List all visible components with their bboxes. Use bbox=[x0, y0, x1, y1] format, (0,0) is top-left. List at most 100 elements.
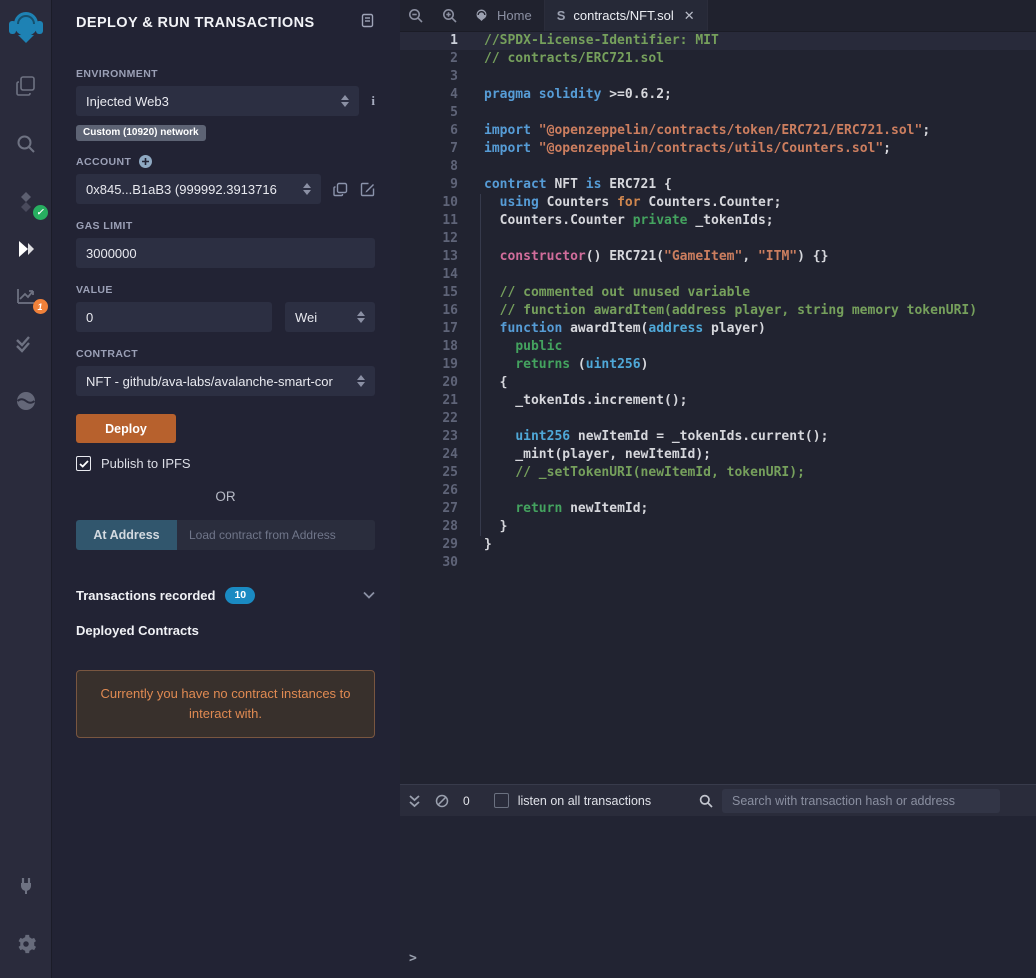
remix-logo-icon[interactable] bbox=[6, 6, 46, 50]
line-number[interactable]: 22 bbox=[400, 410, 458, 428]
add-account-icon[interactable] bbox=[139, 155, 153, 168]
transactions-recorded-row[interactable]: Transactions recorded 10 bbox=[76, 586, 375, 604]
line-number[interactable]: 6 bbox=[400, 122, 458, 140]
line-number[interactable]: 14 bbox=[400, 266, 458, 284]
code-line[interactable]: 7 import "@openzeppelin/contracts/utils/C… bbox=[400, 140, 1036, 158]
deploy-button[interactable]: Deploy bbox=[76, 414, 176, 443]
line-content[interactable]: import "@openzeppelin/contracts/token/ER… bbox=[484, 122, 930, 140]
line-number[interactable]: 15 bbox=[400, 284, 458, 302]
code-line[interactable]: 4 pragma solidity >=0.6.2; bbox=[400, 86, 1036, 104]
listen-transactions-checkbox[interactable] bbox=[493, 793, 509, 808]
line-number[interactable]: 29 bbox=[400, 536, 458, 554]
line-content[interactable]: pragma solidity >=0.6.2; bbox=[484, 86, 672, 104]
documentation-icon[interactable] bbox=[360, 13, 375, 33]
line-number[interactable]: 3 bbox=[400, 68, 458, 86]
code-line[interactable]: 23 uint256 newItemId = _tokenIds.current… bbox=[400, 428, 1036, 446]
value-unit-select[interactable]: Wei bbox=[284, 302, 375, 332]
code-line[interactable]: 30 bbox=[400, 554, 1036, 572]
code-line[interactable]: 11 Counters.Counter private _tokenIds; bbox=[400, 212, 1036, 230]
line-content[interactable]: Counters.Counter private _tokenIds; bbox=[484, 212, 774, 230]
line-content[interactable]: { bbox=[484, 374, 508, 392]
line-number[interactable]: 17 bbox=[400, 320, 458, 338]
line-content[interactable]: } bbox=[484, 518, 508, 536]
code-line[interactable]: 9 contract NFT is ERC721 { bbox=[400, 176, 1036, 194]
line-number[interactable]: 23 bbox=[400, 428, 458, 446]
environment-info-icon[interactable]: i bbox=[371, 93, 375, 109]
tab-home[interactable]: Home bbox=[462, 0, 545, 31]
line-content[interactable]: returns (uint256) bbox=[484, 356, 648, 374]
search-icon[interactable] bbox=[6, 122, 46, 166]
line-number[interactable]: 11 bbox=[400, 212, 458, 230]
line-content[interactable]: // commented out unused variable bbox=[484, 284, 750, 302]
line-content[interactable]: _tokenIds.increment(); bbox=[484, 392, 687, 410]
line-number[interactable]: 25 bbox=[400, 464, 458, 482]
line-content[interactable]: function awardItem(address player) bbox=[484, 320, 766, 338]
line-number[interactable]: 16 bbox=[400, 302, 458, 320]
line-number[interactable]: 4 bbox=[400, 86, 458, 104]
code-line[interactable]: 22 bbox=[400, 410, 1036, 428]
copy-account-icon[interactable] bbox=[333, 182, 348, 197]
line-content[interactable]: // function awardItem(address player, st… bbox=[484, 302, 977, 320]
code-editor[interactable]: 1 //SPDX-License-Identifier: MIT 2 // contr… bbox=[400, 32, 1036, 784]
analytics-icon[interactable]: 1 bbox=[6, 274, 48, 318]
publish-ipfs-row[interactable]: Publish to IPFS bbox=[76, 456, 375, 471]
publish-ipfs-checkbox[interactable] bbox=[76, 456, 91, 471]
line-content[interactable]: uint256 newItemId = _tokenIds.current(); bbox=[484, 428, 828, 446]
code-line[interactable]: 18 public bbox=[400, 338, 1036, 356]
code-line[interactable]: 1 //SPDX-License-Identifier: MIT bbox=[400, 32, 1036, 50]
file-explorer-icon[interactable] bbox=[6, 64, 46, 108]
code-line[interactable]: 8 bbox=[400, 158, 1036, 176]
line-content[interactable]: using Counters for Counters.Counter; bbox=[484, 194, 782, 212]
code-line[interactable]: 15 // commented out unused variable bbox=[400, 284, 1036, 302]
code-line[interactable]: 10 using Counters for Counters.Counter; bbox=[400, 194, 1036, 212]
code-line[interactable]: 3 bbox=[400, 68, 1036, 86]
chevron-down-icon[interactable] bbox=[363, 586, 375, 604]
line-number[interactable]: 8 bbox=[400, 158, 458, 176]
environment-select[interactable]: Injected Web3 bbox=[76, 86, 360, 116]
clear-terminal-icon[interactable] bbox=[435, 794, 449, 808]
deploy-run-icon[interactable] bbox=[6, 227, 46, 271]
account-select[interactable]: 0x845...B1aB3 (999992.3913716 bbox=[76, 174, 321, 204]
line-content[interactable]: import "@openzeppelin/contracts/utils/Co… bbox=[484, 140, 891, 158]
line-content[interactable]: contract NFT is ERC721 { bbox=[484, 176, 672, 194]
line-number[interactable]: 28 bbox=[400, 518, 458, 536]
code-line[interactable]: 2 // contracts/ERC721.sol bbox=[400, 50, 1036, 68]
static-analysis-icon[interactable] bbox=[6, 321, 46, 365]
line-number[interactable]: 1 bbox=[400, 32, 458, 50]
line-content[interactable]: // _setTokenURI(newItemId, tokenURI); bbox=[484, 464, 805, 482]
code-line[interactable]: 13 constructor() ERC721("GameItem", "ITM… bbox=[400, 248, 1036, 266]
code-line[interactable]: 12 bbox=[400, 230, 1036, 248]
value-input[interactable] bbox=[76, 302, 272, 332]
solidity-compiler-icon[interactable]: ✓ bbox=[6, 180, 48, 224]
code-line[interactable]: 20 { bbox=[400, 374, 1036, 392]
line-number[interactable]: 27 bbox=[400, 500, 458, 518]
zoom-out-icon[interactable] bbox=[408, 8, 424, 24]
code-line[interactable]: 17 function awardItem(address player) bbox=[400, 320, 1036, 338]
line-content[interactable]: // contracts/ERC721.sol bbox=[484, 50, 664, 68]
code-line[interactable]: 27 return newItemId; bbox=[400, 500, 1036, 518]
line-number[interactable]: 13 bbox=[400, 248, 458, 266]
code-line[interactable]: 21 _tokenIds.increment(); bbox=[400, 392, 1036, 410]
code-line[interactable]: 24 _mint(player, newItemId); bbox=[400, 446, 1036, 464]
line-content[interactable]: return newItemId; bbox=[484, 500, 648, 518]
contract-select[interactable]: NFT - github/ava-labs/avalanche-smart-co… bbox=[76, 366, 375, 396]
line-number[interactable]: 5 bbox=[400, 104, 458, 122]
code-line[interactable]: 16 // function awardItem(address player,… bbox=[400, 302, 1036, 320]
terminal-search-input[interactable] bbox=[722, 788, 1000, 813]
line-number[interactable]: 24 bbox=[400, 446, 458, 464]
line-number[interactable]: 26 bbox=[400, 482, 458, 500]
debugger-icon[interactable] bbox=[6, 379, 46, 423]
line-content[interactable]: //SPDX-License-Identifier: MIT bbox=[484, 32, 719, 50]
line-number[interactable]: 21 bbox=[400, 392, 458, 410]
plugin-manager-icon[interactable] bbox=[6, 864, 46, 908]
expand-terminal-icon[interactable] bbox=[408, 794, 421, 808]
line-number[interactable]: 9 bbox=[400, 176, 458, 194]
code-line[interactable]: 19 returns (uint256) bbox=[400, 356, 1036, 374]
line-content[interactable]: constructor() ERC721("GameItem", "ITM") … bbox=[484, 248, 829, 266]
line-number[interactable]: 30 bbox=[400, 554, 458, 572]
code-line[interactable]: 25 // _setTokenURI(newItemId, tokenURI); bbox=[400, 464, 1036, 482]
gas-limit-input[interactable] bbox=[76, 238, 375, 268]
line-content[interactable]: _mint(player, newItemId); bbox=[484, 446, 711, 464]
code-line[interactable]: 14 bbox=[400, 266, 1036, 284]
at-address-input[interactable] bbox=[177, 520, 375, 550]
